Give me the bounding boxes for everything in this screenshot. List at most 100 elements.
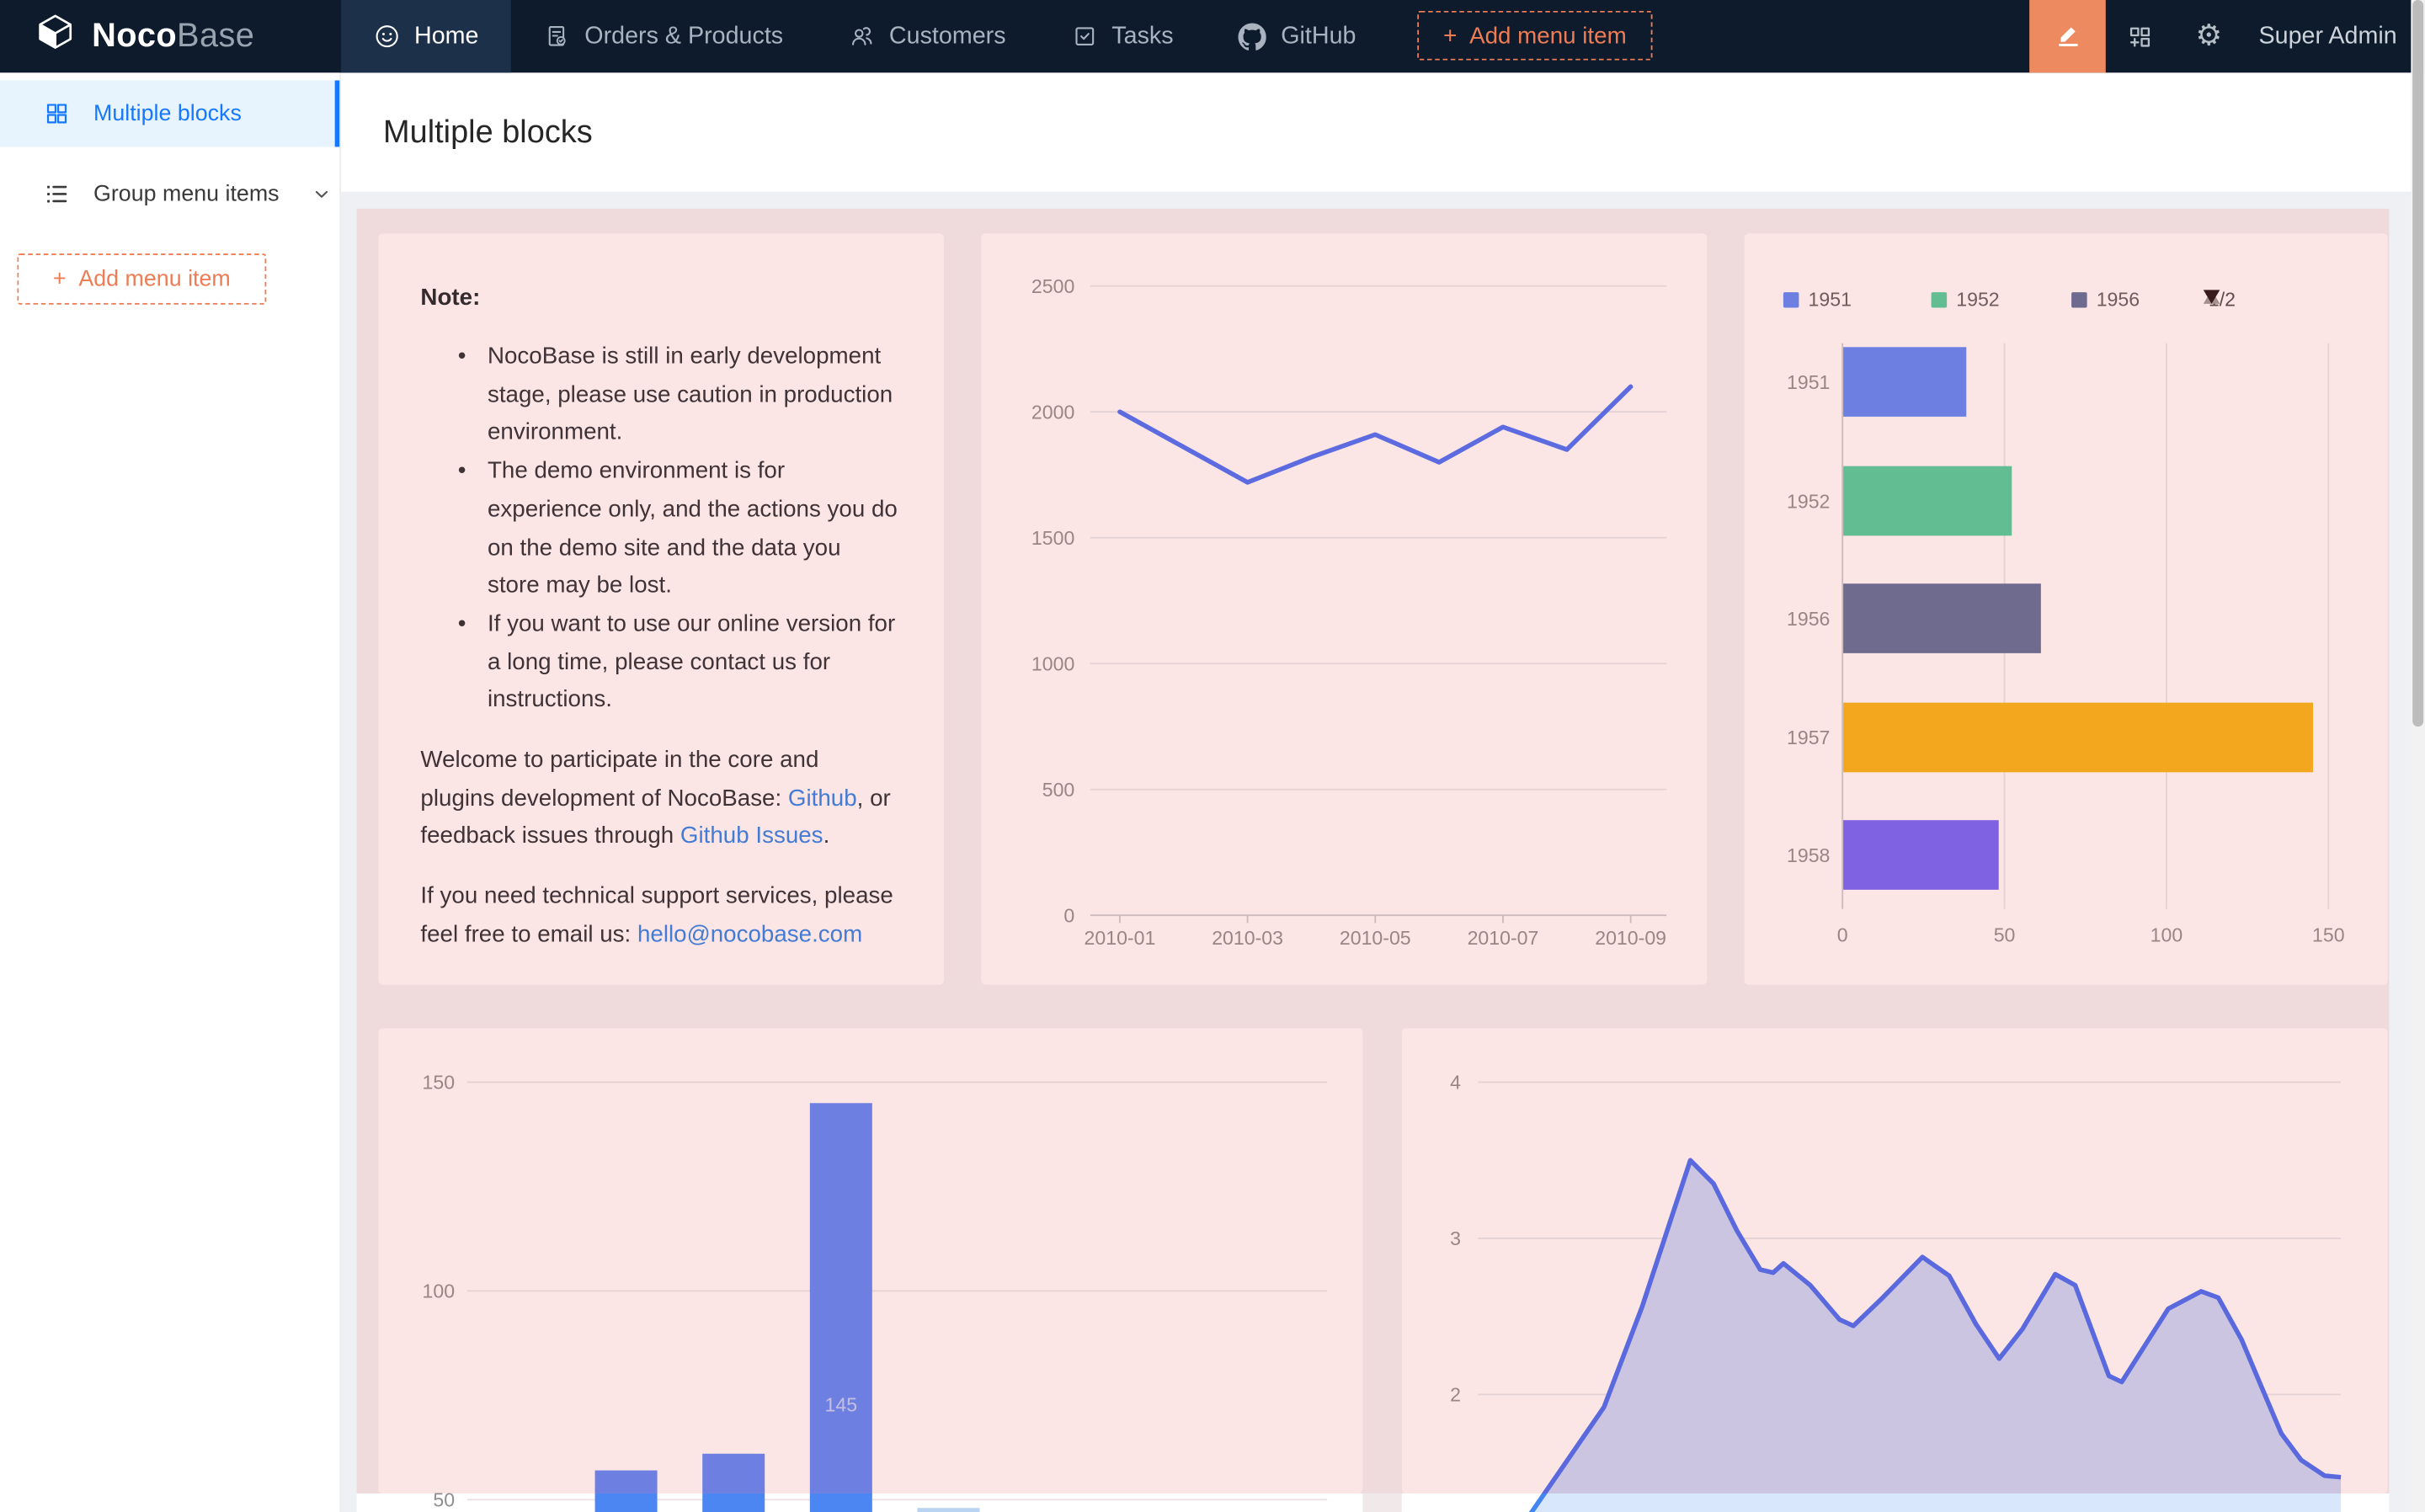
page-header: Multiple blocks: [341, 72, 2425, 191]
column-bar-bright-segment: [595, 1493, 658, 1512]
note-bullet-line: environment.: [420, 415, 906, 453]
navbar-menu: HomeOrders & ProductsCustomersTasksGitHu…: [341, 0, 1388, 72]
top-navbar: NocoBase HomeOrders & ProductsCustomersT…: [0, 0, 2425, 72]
y-tick-label: 0: [1063, 904, 1074, 926]
app-root: NocoBase HomeOrders & ProductsCustomersT…: [0, 0, 2425, 1512]
y-tick-label: 1000: [1031, 653, 1074, 675]
column-bar[interactable]: [595, 1471, 658, 1493]
nav-item-orders-products[interactable]: Orders & Products: [511, 0, 816, 72]
area-chart-block: 4 3 2: [1402, 1028, 2388, 1512]
plus-icon: +: [1443, 23, 1457, 49]
nocobase-cube-icon: [35, 12, 77, 61]
orders-icon: [544, 24, 570, 50]
bar-1957[interactable]: [1843, 703, 2313, 773]
bar-1952[interactable]: [1843, 466, 2012, 536]
ui-editor-button[interactable]: [2030, 0, 2107, 72]
note-paragraph: Welcome to participate in the core andpl…: [420, 743, 906, 857]
github-icon: [1239, 23, 1266, 51]
brand-text: NocoBase: [92, 17, 254, 56]
y-category-label: 1951: [1787, 371, 1830, 393]
line-series: [1120, 386, 1631, 482]
note-link[interactable]: Github Issues: [680, 823, 823, 849]
y-tick-label: 4: [1450, 1072, 1461, 1094]
gear-icon[interactable]: ⚙: [2175, 0, 2243, 72]
line-chart: 050010001500200025002010-012010-032010-0…: [981, 233, 1707, 984]
navbar-add-menu-item-button[interactable]: + Add menu item: [1417, 11, 1654, 61]
note-bullet-list: •NocoBase is still in early developments…: [420, 338, 906, 721]
note-bullet-line: store may be lost.: [420, 567, 906, 605]
y-tick-label: 2500: [1031, 275, 1074, 297]
y-tick-label: 500: [1042, 779, 1075, 801]
x-tick-label: 100: [2151, 924, 2183, 945]
x-tick-label: 2010-01: [1085, 927, 1156, 949]
note-paragraph: If you need technical support services, …: [420, 878, 906, 955]
note-bullet-line: •NocoBase is still in early development: [420, 338, 906, 376]
y-category-label: 1952: [1787, 490, 1830, 512]
y-tick-label: 100: [423, 1280, 456, 1302]
user-name[interactable]: Super Admin: [2259, 23, 2397, 51]
navbar-right-cluster: ⚙ Super Admin: [2030, 0, 2425, 72]
note-block: Note: •NocoBase is still in early develo…: [378, 233, 943, 984]
note-bullet-line: experience only, and the actions you do: [420, 492, 906, 530]
column-bar[interactable]: [810, 1103, 872, 1493]
note-bullet-line: a long time, please contact us for: [420, 644, 906, 682]
nav-item-github[interactable]: GitHub: [1206, 0, 1388, 72]
smiley-icon: [374, 24, 400, 50]
bar-1951[interactable]: [1843, 347, 1966, 417]
line-chart-block: 050010001500200025002010-012010-032010-0…: [981, 233, 1707, 984]
area-chart: 4 3 2: [1402, 1028, 2388, 1512]
y-tick-label: 2: [1450, 1384, 1461, 1406]
horizontal-bar-chart-block: 1951195219561/2 050100150195119521956195…: [1745, 233, 2388, 984]
column-chart: 150 100 50 145: [378, 1028, 1362, 1512]
customers-icon: [849, 24, 875, 50]
window-scrollbar-track[interactable]: [2411, 0, 2425, 1512]
column-bar[interactable]: [702, 1454, 765, 1493]
window-scrollbar-thumb[interactable]: [2412, 0, 2423, 727]
note-link[interactable]: hello@nocobase.com: [637, 921, 862, 947]
nocobase-logo[interactable]: NocoBase: [0, 0, 341, 72]
y-tick-label: 150: [423, 1072, 456, 1094]
bar-1958[interactable]: [1843, 820, 1999, 890]
plus-icon: +: [53, 267, 67, 291]
nav-item-home[interactable]: Home: [341, 0, 511, 72]
x-tick-label: 2010-03: [1212, 927, 1283, 949]
x-tick-label: 150: [2312, 924, 2345, 945]
nav-item-customers[interactable]: Customers: [816, 0, 1038, 72]
horizontal-bar-chart: 0 50 100 150 1951 1952 1956 1957 1958: [1745, 233, 2388, 984]
grid-icon: [44, 100, 70, 126]
note-bullet-line: on the demo site and the data you: [420, 530, 906, 567]
y-tick-label: 50: [433, 1489, 455, 1511]
y-category-label: 1957: [1787, 727, 1830, 748]
column-chart-block: 150 100 50 145: [378, 1028, 1362, 1512]
note-bullet-line: •If you want to use our online version f…: [420, 606, 906, 644]
x-tick-label: 50: [1994, 924, 2016, 945]
highlighter-icon: [2052, 19, 2083, 54]
x-tick-label: 2010-05: [1340, 927, 1411, 949]
column-bar-bright-segment: [810, 1493, 872, 1512]
tasks-icon: [1071, 24, 1097, 50]
column-bar-bright-segment: [702, 1493, 765, 1512]
note-bullet-line: •The demo environment is for: [420, 453, 906, 491]
y-category-label: 1958: [1787, 844, 1830, 866]
sidebar-add-menu-item-button[interactable]: + Add menu item: [17, 253, 266, 305]
chevron-down-icon: [312, 184, 332, 205]
list-icon: [44, 181, 70, 207]
page-title: Multiple blocks: [341, 72, 2425, 152]
sidebar-item-group-menu-items[interactable]: Group menu items: [0, 161, 339, 227]
x-tick-label: 2010-07: [1468, 927, 1539, 949]
y-category-label: 1956: [1787, 608, 1830, 630]
y-tick-label: 2000: [1031, 402, 1074, 423]
y-tick-label: 3: [1450, 1227, 1461, 1249]
appstore-add-icon[interactable]: [2106, 0, 2174, 72]
sidebar-item-multiple-blocks[interactable]: Multiple blocks: [0, 80, 339, 146]
note-title: Note:: [420, 283, 906, 314]
nav-item-tasks[interactable]: Tasks: [1038, 0, 1206, 72]
x-tick-label: 2010-09: [1595, 927, 1666, 949]
bar-1956[interactable]: [1843, 583, 2041, 653]
note-bullet-line: instructions.: [420, 682, 906, 720]
note-bullet-line: stage, please use caution in production: [420, 377, 906, 415]
bar-value-label: 145: [825, 1394, 858, 1416]
column-bar[interactable]: [917, 1508, 979, 1512]
x-tick-label: 0: [1837, 924, 1848, 945]
note-link[interactable]: Github: [788, 785, 857, 811]
